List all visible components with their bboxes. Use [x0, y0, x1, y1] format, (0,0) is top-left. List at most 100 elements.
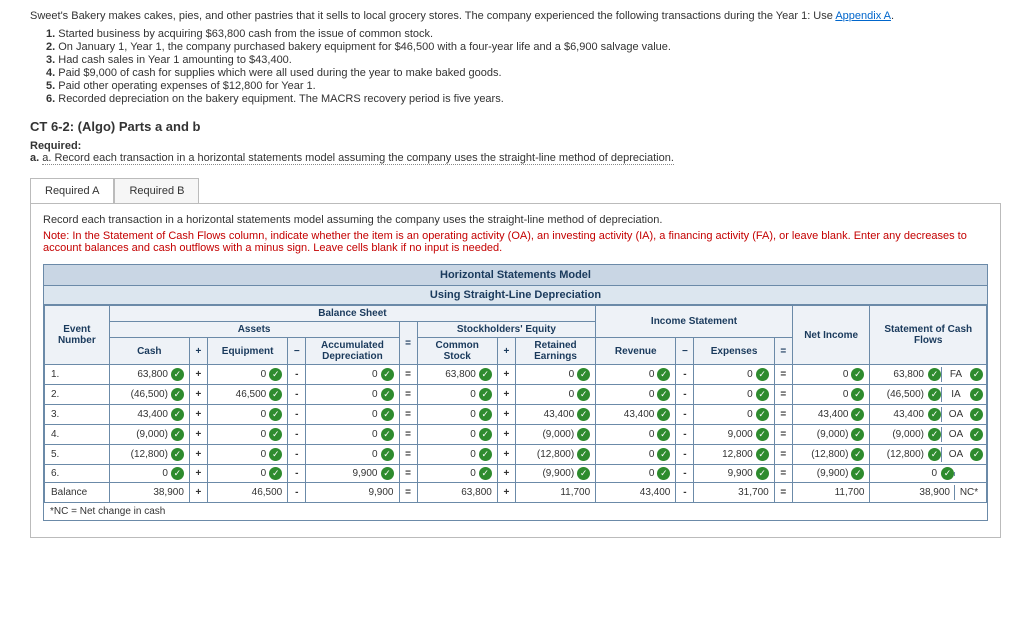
value-cell[interactable]: 0✓: [599, 467, 672, 480]
value-cell[interactable]: 0✓: [309, 408, 395, 421]
hdr-acc-dep: Accumulated Depreciation: [306, 338, 399, 365]
value-cell[interactable]: (12,800)✓: [796, 448, 867, 461]
value-cell[interactable]: 0✓: [309, 368, 395, 381]
value-cell[interactable]: 12,800✓: [697, 448, 770, 461]
value-cell[interactable]: 46,500: [211, 487, 284, 498]
value-cell[interactable]: (9,000)✓: [796, 428, 867, 441]
value-cell[interactable]: 0✓: [796, 368, 867, 381]
check-icon: ✓: [479, 428, 492, 441]
value-cell[interactable]: 0✓: [211, 368, 284, 381]
value-cell[interactable]: 43,400✓: [113, 408, 186, 421]
check-icon: ✓: [577, 448, 590, 461]
model-subtitle: Using Straight-Line Depreciation: [44, 286, 987, 305]
value-cell[interactable]: 0✓: [599, 448, 672, 461]
value-cell[interactable]: (9,900)✓: [519, 467, 592, 480]
value-cell[interactable]: 63,800: [421, 487, 494, 498]
value-cell[interactable]: 0✓: [421, 388, 494, 401]
check-icon: ✓: [479, 448, 492, 461]
hdr-assets: Assets: [109, 322, 399, 338]
value-cell[interactable]: 43,400: [599, 487, 672, 498]
check-icon: ✓: [577, 467, 590, 480]
tab-required-a[interactable]: Required A: [30, 178, 114, 203]
value-cell[interactable]: 11,700: [796, 487, 867, 498]
model-title: Horizontal Statements Model: [44, 265, 987, 286]
check-icon: ✓: [928, 408, 941, 421]
check-icon: ✓: [970, 408, 983, 421]
check-icon: ✓: [171, 388, 184, 401]
table-row: 1.63,800✓+0✓-0✓=63,800✓+0✓0✓-0✓=0✓63,800…: [45, 365, 987, 385]
value-cell[interactable]: 0✓: [796, 388, 867, 401]
check-icon: ✓: [851, 368, 864, 381]
check-icon: ✓: [970, 388, 983, 401]
check-icon: ✓: [269, 388, 282, 401]
check-icon: ✓: [756, 428, 769, 441]
value-cell[interactable]: 0✓: [421, 467, 494, 480]
check-icon: ✓: [577, 428, 590, 441]
appendix-link[interactable]: Appendix A: [835, 10, 891, 22]
value-cell[interactable]: 0✓: [211, 408, 284, 421]
value-cell[interactable]: (9,900)✓: [796, 467, 867, 480]
value-cell[interactable]: 0✓: [697, 388, 770, 401]
value-cell[interactable]: 0✓: [599, 388, 672, 401]
hdr-equipment: Equipment: [208, 338, 288, 365]
check-icon: ✓: [171, 368, 184, 381]
value-cell[interactable]: 0✓: [309, 388, 395, 401]
value-cell[interactable]: 38,900: [113, 487, 186, 498]
value-cell[interactable]: 46,500✓: [211, 388, 284, 401]
check-icon: ✓: [851, 428, 864, 441]
value-cell[interactable]: (12,800)✓: [113, 448, 186, 461]
check-icon: ✓: [577, 368, 590, 381]
cashflow-cell[interactable]: 63,800✓FA✓: [873, 367, 983, 382]
value-cell[interactable]: (9,000)✓: [519, 428, 592, 441]
check-icon: ✓: [269, 368, 282, 381]
value-cell[interactable]: (9,000)✓: [113, 428, 186, 441]
value-cell[interactable]: 0✓: [599, 428, 672, 441]
value-cell[interactable]: 0✓: [211, 467, 284, 480]
value-cell[interactable]: 9,900✓: [697, 467, 770, 480]
hdr-stockholders-equity: Stockholders' Equity: [417, 322, 596, 338]
cashflow-cell[interactable]: 38,900NC*: [873, 485, 983, 500]
value-cell[interactable]: 63,800✓: [113, 368, 186, 381]
value-cell[interactable]: 0✓: [309, 428, 395, 441]
value-cell[interactable]: 43,400✓: [519, 408, 592, 421]
value-cell[interactable]: 0✓: [309, 448, 395, 461]
table-row: 5.(12,800)✓+0✓-0✓=0✓+(12,800)✓0✓-12,800✓…: [45, 445, 987, 465]
cashflow-cell[interactable]: (46,500)✓IA✓: [873, 387, 983, 402]
check-icon: ✓: [657, 467, 670, 480]
value-cell[interactable]: 0✓: [697, 368, 770, 381]
cashflow-cell[interactable]: 0✓: [873, 467, 983, 480]
value-cell[interactable]: 0✓: [421, 448, 494, 461]
value-cell[interactable]: 9,900✓: [309, 467, 395, 480]
check-icon: ✓: [381, 467, 394, 480]
value-cell[interactable]: 0✓: [211, 448, 284, 461]
horizontal-model: Horizontal Statements Model Using Straig…: [43, 264, 988, 521]
cashflow-cell[interactable]: (12,800)✓OA✓: [873, 447, 983, 462]
value-cell[interactable]: (46,500)✓: [113, 388, 186, 401]
check-icon: ✓: [577, 408, 590, 421]
section-title: CT 6-2: (Algo) Parts a and b: [30, 119, 1001, 134]
value-cell[interactable]: 0✓: [599, 368, 672, 381]
check-icon: ✓: [381, 368, 394, 381]
check-icon: ✓: [970, 448, 983, 461]
value-cell[interactable]: 9,900: [309, 487, 395, 498]
value-cell[interactable]: 9,000✓: [697, 428, 770, 441]
check-icon: ✓: [479, 408, 492, 421]
value-cell[interactable]: 0✓: [519, 368, 592, 381]
value-cell[interactable]: 0✓: [113, 467, 186, 480]
value-cell[interactable]: 43,400✓: [599, 408, 672, 421]
check-icon: ✓: [171, 408, 184, 421]
check-icon: ✓: [479, 467, 492, 480]
value-cell[interactable]: 63,800✓: [421, 368, 494, 381]
value-cell[interactable]: 31,700: [697, 487, 770, 498]
cashflow-cell[interactable]: (9,000)✓OA✓: [873, 427, 983, 442]
value-cell[interactable]: (12,800)✓: [519, 448, 592, 461]
tab-required-b[interactable]: Required B: [114, 178, 199, 203]
value-cell[interactable]: 0✓: [697, 408, 770, 421]
cashflow-cell[interactable]: 43,400✓OA✓: [873, 407, 983, 422]
value-cell[interactable]: 0✓: [519, 388, 592, 401]
value-cell[interactable]: 11,700: [519, 487, 592, 498]
value-cell[interactable]: 0✓: [421, 428, 494, 441]
value-cell[interactable]: 0✓: [211, 428, 284, 441]
value-cell[interactable]: 0✓: [421, 408, 494, 421]
value-cell[interactable]: 43,400✓: [796, 408, 867, 421]
